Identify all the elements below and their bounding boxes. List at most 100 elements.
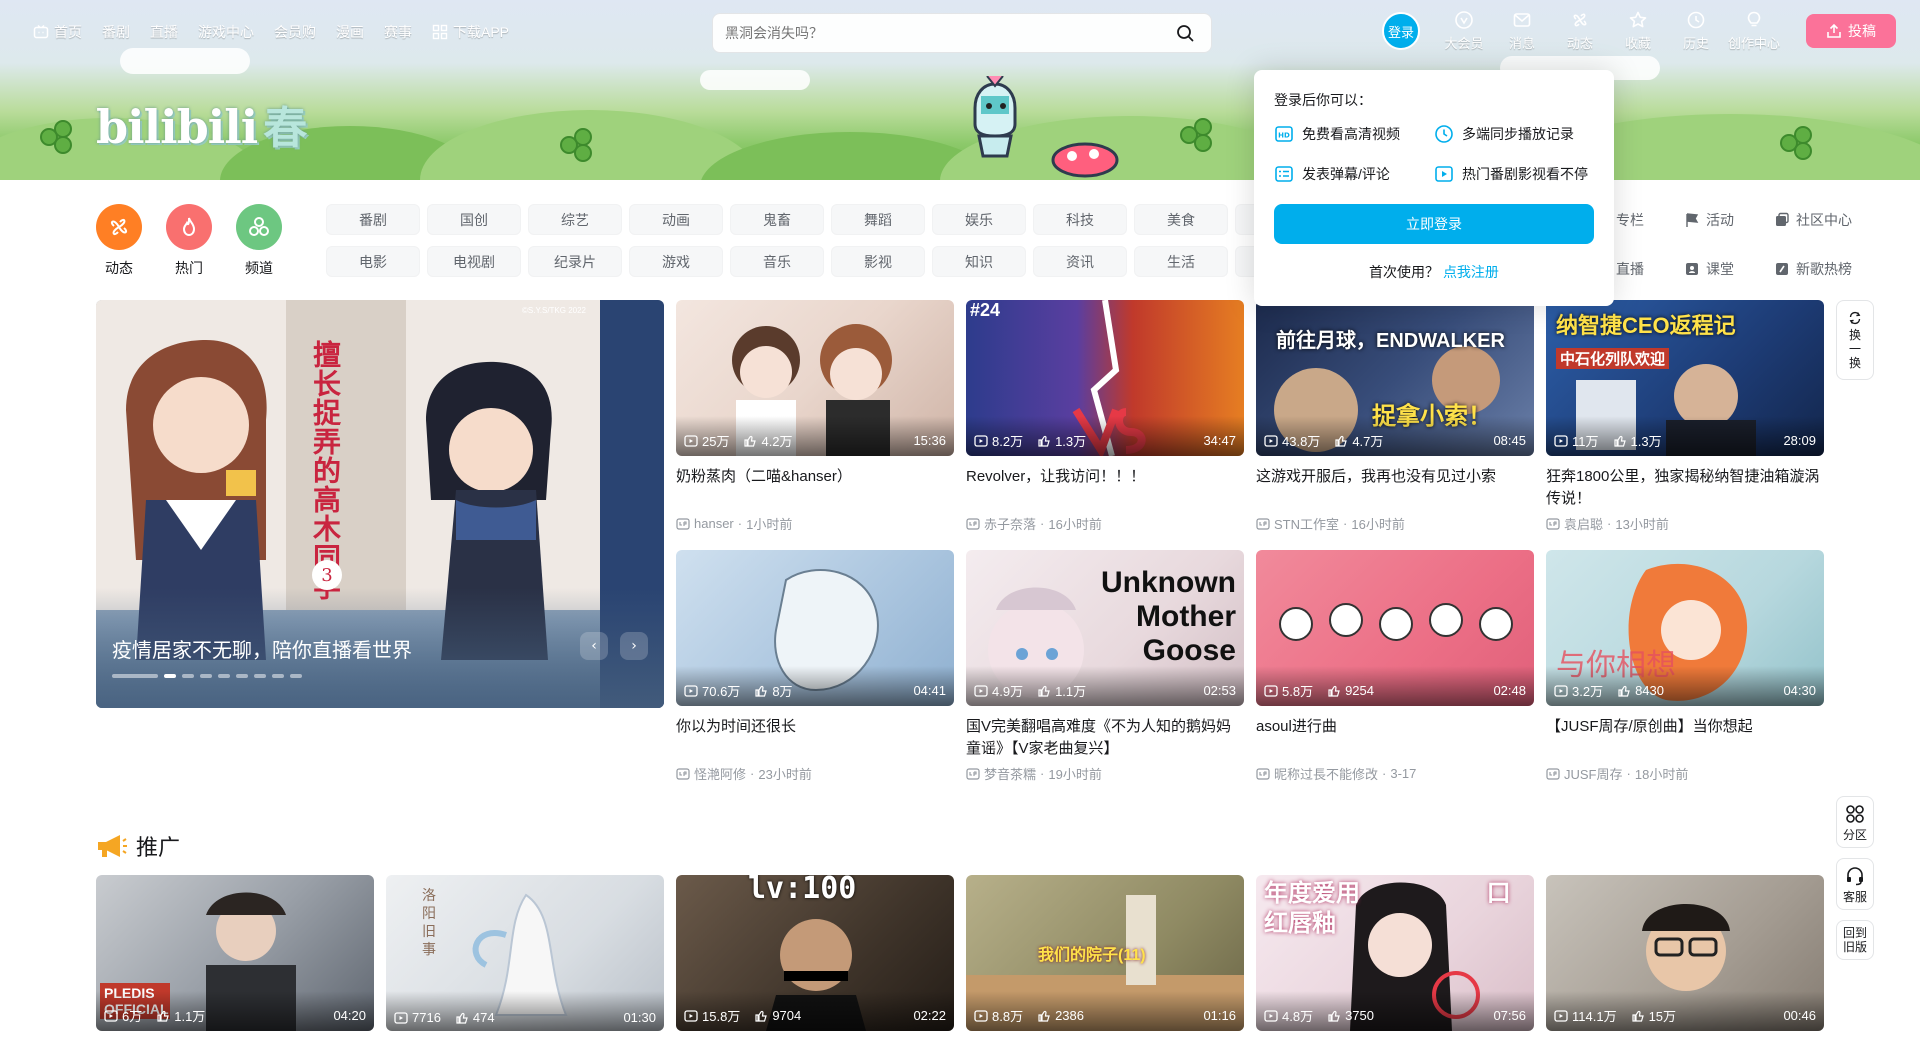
promo-card[interactable]: 年度爱用 口红唇釉 4.8万 3750 07:56 — [1256, 875, 1534, 1031]
tag-film[interactable]: 影视 — [831, 246, 925, 277]
carousel-dot[interactable] — [200, 674, 212, 678]
carousel-dot[interactable] — [164, 674, 176, 678]
video-author[interactable]: hanser — [694, 516, 734, 531]
video-card[interactable]: 纳智捷CEO返程记 中石化列队欢迎 11万 1.3万 28:09 狂奔1800公… — [1546, 300, 1824, 533]
video-thumbnail[interactable]: Unknown Mother Goose 4.9万 1.1万 02:53 — [966, 550, 1244, 706]
video-author[interactable]: STN工作室 — [1274, 514, 1339, 533]
channel-dynamic[interactable]: 动态 — [96, 204, 142, 278]
tag-kichiku[interactable]: 鬼畜 — [730, 204, 824, 235]
tag-music[interactable]: 音乐 — [730, 246, 824, 277]
search-input[interactable] — [725, 25, 1171, 41]
link-community-center[interactable]: 社区中心 — [1774, 204, 1882, 235]
promo-card[interactable]: 114.1万 15万 00:46 — [1546, 875, 1824, 1031]
nav-live[interactable]: 直播 — [141, 22, 187, 42]
carousel-dot[interactable] — [236, 674, 248, 678]
nav-manga[interactable]: 漫画 — [327, 22, 373, 42]
video-title[interactable]: 奶粉蒸肉（二喵&hanser） — [676, 466, 954, 510]
video-title[interactable]: 你以为时间还很长 — [676, 716, 954, 760]
nav-creator-center[interactable]: 创作中心 — [1728, 10, 1780, 52]
video-card[interactable]: 5.8万 9254 02:48 asoul进行曲 昵称过長不能修改 · 3-17 — [1256, 550, 1534, 783]
channel-channels[interactable]: 频道 — [236, 204, 282, 278]
carousel-dot[interactable] — [290, 674, 302, 678]
nav-vip[interactable]: 大会员 — [1438, 10, 1490, 52]
carousel-title[interactable]: 疫情居家不无聊，陪你直播看世界 — [112, 634, 412, 663]
nav-history[interactable]: 历史 — [1670, 10, 1722, 52]
video-card[interactable]: 与你相想 3.2万 8430 04:30 【JUSF周存/原创曲】当你想起 JU… — [1546, 550, 1824, 783]
carousel-dot[interactable] — [182, 674, 194, 678]
video-thumbnail[interactable]: 5.8万 9254 02:48 — [1256, 550, 1534, 706]
tag-movie[interactable]: 电影 — [326, 246, 420, 277]
video-author[interactable]: 昵称过長不能修改 — [1274, 764, 1378, 783]
hero-carousel[interactable]: ©S.Y.S/TKG 2022 擅长捉弄的高木同学 3 疫情居家不无聊，陪你直播… — [96, 300, 664, 708]
bilibili-logo[interactable]: bilibili 春 — [96, 92, 307, 156]
video-author[interactable]: 怪滟阿修 — [694, 764, 746, 783]
video-card[interactable]: 前往月球，ENDWALKER 捉拿小索！ 43.8万 4.7万 08:45 这游… — [1256, 300, 1534, 533]
tag-dance[interactable]: 舞蹈 — [831, 204, 925, 235]
video-card[interactable]: Unknown Mother Goose 4.9万 1.1万 02:53 国V完… — [966, 550, 1244, 783]
promo-card[interactable]: PLEDIS OFFICIAL 6万 1.1万 04:20 — [96, 875, 374, 1031]
video-title[interactable]: 这游戏开服后，我再也没有见过小索 — [1256, 466, 1534, 510]
link-classroom[interactable]: 课堂 — [1684, 253, 1774, 284]
tag-life[interactable]: 生活 — [1134, 246, 1228, 277]
promo-thumbnail[interactable]: PLEDIS OFFICIAL 6万 1.1万 04:20 — [96, 875, 374, 1031]
side-tool-old-version[interactable]: 回到旧版 — [1836, 920, 1874, 960]
video-card[interactable]: 25万 4.2万 15:36 奶粉蒸肉（二喵&hanser） hanser · 1小… — [676, 300, 954, 533]
nav-download-app[interactable]: 下载APP — [423, 22, 518, 42]
carousel-prev-button[interactable]: ‹ — [580, 632, 608, 660]
upload-button[interactable]: 投稿 — [1806, 14, 1896, 48]
tag-tech[interactable]: 科技 — [1033, 204, 1127, 235]
video-thumbnail[interactable]: 70.6万 8万 04:41 — [676, 550, 954, 706]
video-title[interactable]: Revolver，让我访问！！！ — [966, 466, 1244, 510]
promo-thumbnail[interactable]: 洛阳旧事 7716 474 01:30 — [386, 875, 664, 1031]
login-avatar-button[interactable]: 登录 — [1382, 12, 1420, 50]
tag-entertainment[interactable]: 娱乐 — [932, 204, 1026, 235]
promo-thumbnail[interactable]: 年度爱用 口红唇釉 4.8万 3750 07:56 — [1256, 875, 1534, 1031]
carousel-dot[interactable] — [218, 674, 230, 678]
video-author[interactable]: 赤子奈落 — [984, 514, 1036, 533]
video-title[interactable]: 狂奔1800公里，独家揭秘纳智捷油箱漩涡传说！ — [1546, 466, 1824, 510]
video-title[interactable]: asoul进行曲 — [1256, 716, 1534, 760]
tag-anime[interactable]: 番剧 — [326, 204, 420, 235]
video-title[interactable]: 【JUSF周存/原创曲】当你想起 — [1546, 716, 1824, 760]
video-card[interactable]: #24 8.2万 1.3万 34:47 Revolver，让我访问！！！ 赤子奈… — [966, 300, 1244, 533]
promo-card[interactable]: 洛阳旧事 7716 474 01:30 — [386, 875, 664, 1031]
tag-game[interactable]: 游戏 — [629, 246, 723, 277]
carousel-next-button[interactable]: › — [620, 632, 648, 660]
promo-thumbnail[interactable]: 我们的院子(11) 8.8万 2386 01:16 — [966, 875, 1244, 1031]
tag-guochuang[interactable]: 国创 — [427, 204, 521, 235]
channel-hot[interactable]: 热门 — [166, 204, 212, 278]
nav-mall[interactable]: 会员购 — [265, 22, 325, 42]
video-thumbnail[interactable]: #24 8.2万 1.3万 34:47 — [966, 300, 1244, 456]
refresh-button[interactable]: 换一换 — [1836, 300, 1874, 380]
tag-food[interactable]: 美食 — [1134, 204, 1228, 235]
video-thumbnail[interactable]: 纳智捷CEO返程记 中石化列队欢迎 11万 1.3万 28:09 — [1546, 300, 1824, 456]
tag-variety[interactable]: 综艺 — [528, 204, 622, 235]
video-thumbnail[interactable]: 25万 4.2万 15:36 — [676, 300, 954, 456]
login-now-button[interactable]: 立即登录 — [1274, 204, 1594, 244]
nav-message[interactable]: 消息 — [1496, 10, 1548, 52]
register-link[interactable]: 点我注册 — [1443, 264, 1499, 280]
promo-thumbnail[interactable]: 114.1万 15万 00:46 — [1546, 875, 1824, 1031]
link-new-songs[interactable]: 新歌热榜 — [1774, 253, 1882, 284]
promo-thumbnail[interactable]: lv:100 15.8万 9704 02:22 — [676, 875, 954, 1031]
search-button[interactable] — [1171, 19, 1199, 47]
side-tool-zones[interactable]: 分区 — [1836, 796, 1874, 848]
carousel-dot[interactable] — [112, 674, 158, 678]
video-title[interactable]: 国V完美翻唱高难度《不为人知的鹅妈妈童谣》【V家老曲复兴】 — [966, 716, 1244, 760]
side-tool-service[interactable]: 客服 — [1836, 858, 1874, 910]
tag-knowledge[interactable]: 知识 — [932, 246, 1026, 277]
tag-documentary[interactable]: 纪录片 — [528, 246, 622, 277]
nav-anime[interactable]: 番剧 — [93, 22, 139, 42]
tag-news[interactable]: 资讯 — [1033, 246, 1127, 277]
nav-game-center[interactable]: 游戏中心 — [189, 22, 263, 42]
nav-home[interactable]: 首页 — [24, 22, 91, 42]
promo-card[interactable]: lv:100 15.8万 9704 02:22 — [676, 875, 954, 1031]
nav-dynamic[interactable]: 动态 — [1554, 10, 1606, 52]
video-thumbnail[interactable]: 与你相想 3.2万 8430 04:30 — [1546, 550, 1824, 706]
video-thumbnail[interactable]: 前往月球，ENDWALKER 捉拿小索！ 43.8万 4.7万 08:45 — [1256, 300, 1534, 456]
carousel-dot[interactable] — [272, 674, 284, 678]
nav-esports[interactable]: 赛事 — [375, 22, 421, 42]
link-activity[interactable]: 活动 — [1684, 204, 1774, 235]
video-author[interactable]: 袁启聪 — [1564, 514, 1603, 533]
promo-card[interactable]: 我们的院子(11) 8.8万 2386 01:16 — [966, 875, 1244, 1031]
